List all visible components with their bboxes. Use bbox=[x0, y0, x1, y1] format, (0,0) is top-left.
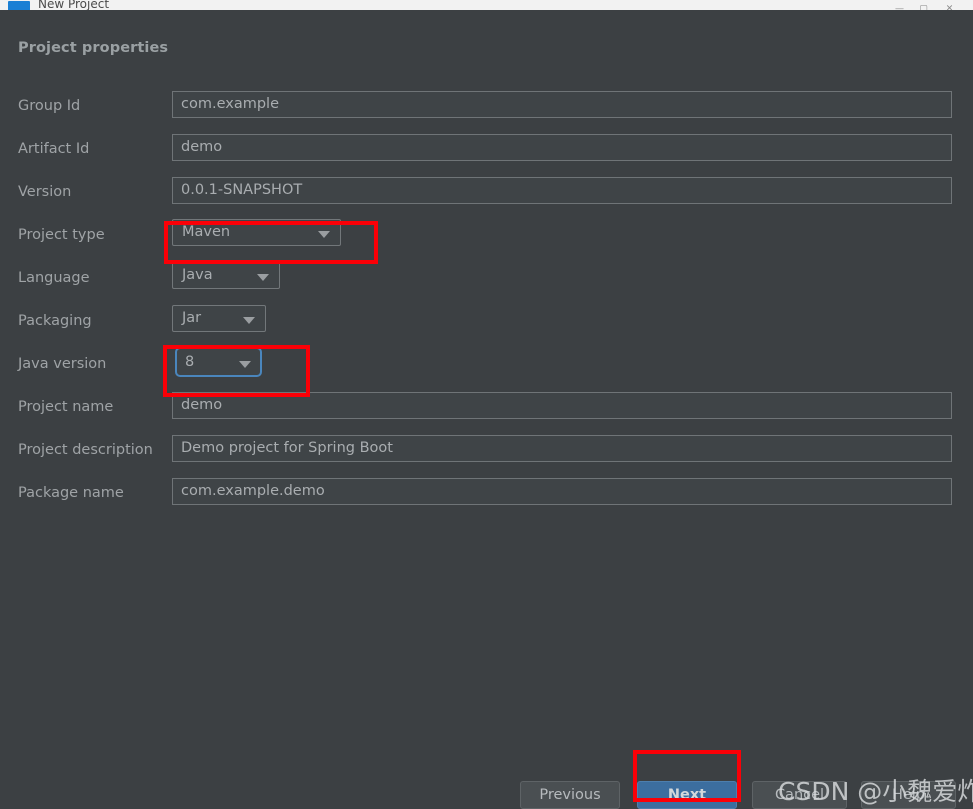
chevron-down-icon bbox=[257, 274, 269, 281]
label-project-name: Project name bbox=[18, 399, 114, 415]
input-group-id[interactable] bbox=[172, 91, 952, 118]
form-row-artifact-id: Artifact Id bbox=[0, 131, 973, 174]
dropdown-project-type-value: Maven bbox=[182, 224, 231, 240]
label-artifact-id: Artifact Id bbox=[18, 141, 90, 157]
project-properties-form: Group Id Artifact Id Version Project typ… bbox=[0, 88, 973, 518]
dropdown-java-version[interactable]: 8 bbox=[175, 347, 262, 377]
cancel-button[interactable]: Cancel bbox=[752, 781, 847, 809]
page-title: Project properties bbox=[18, 40, 169, 56]
input-version[interactable] bbox=[172, 177, 952, 204]
chevron-down-icon bbox=[243, 317, 255, 324]
window-controls: — ▢ ✕ bbox=[889, 0, 967, 11]
form-row-package-name: Package name bbox=[0, 475, 973, 518]
chevron-down-icon bbox=[318, 231, 330, 238]
form-row-version: Version bbox=[0, 174, 973, 217]
label-language: Language bbox=[18, 270, 90, 286]
label-packaging: Packaging bbox=[18, 313, 92, 329]
intellij-logo-icon bbox=[8, 1, 30, 10]
label-package-name: Package name bbox=[18, 485, 124, 501]
window-title: New Project bbox=[38, 0, 110, 10]
label-project-type: Project type bbox=[18, 227, 105, 243]
help-button[interactable]: Help bbox=[861, 781, 956, 809]
label-project-description: Project description bbox=[18, 442, 153, 458]
input-project-description[interactable] bbox=[172, 435, 952, 462]
input-artifact-id[interactable] bbox=[172, 134, 952, 161]
dropdown-language[interactable]: Java bbox=[172, 262, 280, 289]
new-project-dialog: Project properties Group Id Artifact Id … bbox=[0, 10, 973, 809]
label-group-id: Group Id bbox=[18, 98, 81, 114]
dropdown-language-value: Java bbox=[182, 267, 213, 283]
input-project-name[interactable] bbox=[172, 392, 952, 419]
form-row-packaging: Packaging Jar bbox=[0, 303, 973, 346]
form-row-project-name: Project name bbox=[0, 389, 973, 432]
form-row-project-type: Project type Maven bbox=[0, 217, 973, 260]
label-java-version: Java version bbox=[18, 356, 107, 372]
previous-button[interactable]: Previous bbox=[520, 781, 620, 809]
chevron-down-icon bbox=[239, 361, 251, 368]
dropdown-java-version-value: 8 bbox=[185, 354, 195, 370]
input-package-name[interactable] bbox=[172, 478, 952, 505]
dialog-footer: Previous Next Cancel Help bbox=[0, 770, 973, 809]
form-row-project-description: Project description bbox=[0, 432, 973, 475]
form-row-java-version: Java version 8 bbox=[0, 346, 973, 389]
dropdown-packaging[interactable]: Jar bbox=[172, 305, 266, 332]
dropdown-project-type[interactable]: Maven bbox=[172, 219, 341, 246]
form-row-language: Language Java bbox=[0, 260, 973, 303]
form-row-group-id: Group Id bbox=[0, 88, 973, 131]
window-titlebar: New Project — ▢ ✕ bbox=[0, 0, 973, 10]
label-version: Version bbox=[18, 184, 72, 200]
dropdown-packaging-value: Jar bbox=[182, 310, 202, 326]
next-button[interactable]: Next bbox=[637, 781, 737, 809]
